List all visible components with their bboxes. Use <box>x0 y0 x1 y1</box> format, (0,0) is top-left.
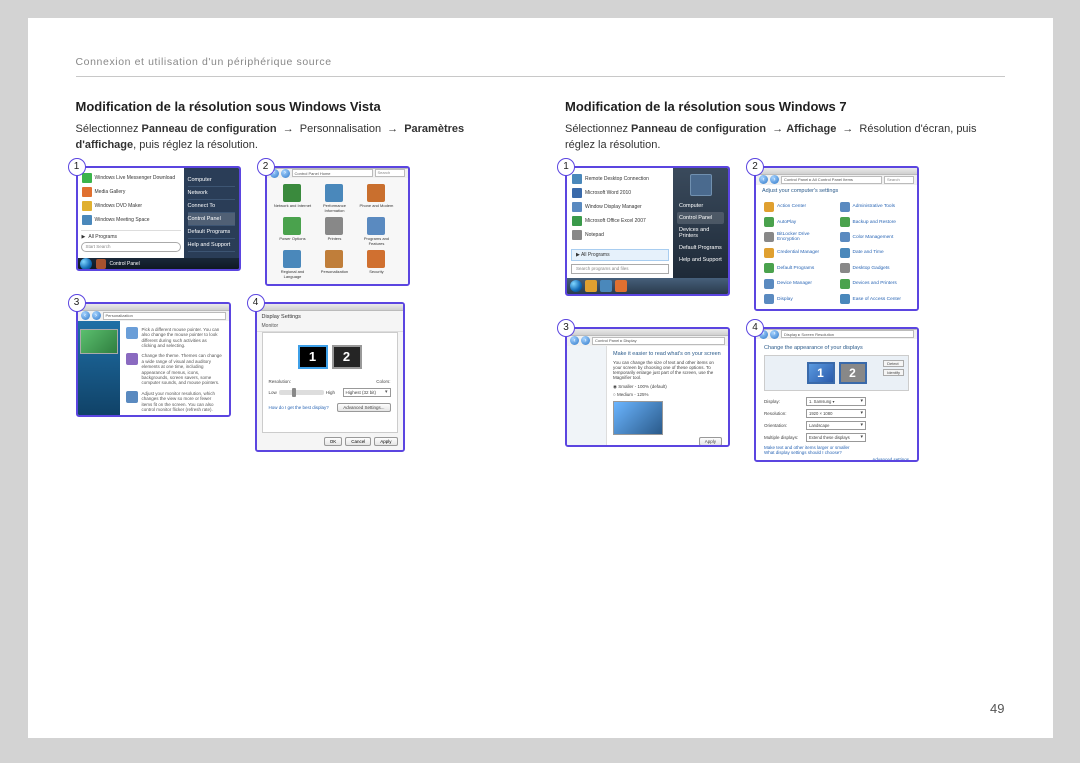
taskbar-icon <box>96 259 106 269</box>
cp-item: Printers <box>314 217 354 246</box>
page-number: 49 <box>990 701 1004 716</box>
win7-title: Modification de la résolution sous Windo… <box>565 99 1005 114</box>
cp-item: Default Programs <box>764 263 834 274</box>
vista-step-4: 4 Display Settings Monitor 1 2 <box>255 302 405 452</box>
start-menu-left: Remote Desktop Connection Microsoft Word… <box>567 168 673 278</box>
user-picture-icon <box>690 174 712 196</box>
cp-item: Administrative Tools <box>840 201 910 212</box>
vista-instructions: Sélectionnez Panneau de configuration → … <box>76 122 516 154</box>
cp-item: Performance Information <box>314 184 354 213</box>
monitor-2: 2 <box>332 345 362 369</box>
two-columns: Modification de la résolution sous Windo… <box>76 99 1005 462</box>
screenshot-screen-resolution: ‹›Display ▸ Screen Resolution Change the… <box>754 327 919 462</box>
start-menu-right: Computer Control Panel Devices and Print… <box>673 168 728 278</box>
cp-item: Desktop Gadgets <box>840 263 910 274</box>
start-orb-icon <box>570 280 582 292</box>
cp-item: Display <box>764 293 834 304</box>
vista-step-2: 2 ‹ › Control Panel Home Search Network … <box>265 166 410 286</box>
search-input: Start Search <box>81 242 181 252</box>
preview-icon <box>613 401 663 435</box>
screenshot-personalization: ‹›Personalization Pick a different mouse… <box>76 302 231 417</box>
step-badge: 1 <box>68 158 86 176</box>
apply-button: Apply <box>699 437 722 446</box>
step-badge: 3 <box>68 294 86 312</box>
screenshot-start-menu: Windows Live Messenger Download Media Ga… <box>76 166 241 271</box>
vista-step-1: 1 Windows Live Messenger Download Media … <box>76 166 241 286</box>
cp-item: Credential Manager <box>764 247 834 258</box>
col-vista: Modification de la résolution sous Windo… <box>76 99 516 462</box>
cp-item: Device Manager <box>764 278 834 289</box>
step-badge: 1 <box>557 158 575 176</box>
screenshot-control-panel: ‹›Control Panel ▸ All Control Panel Item… <box>754 166 919 311</box>
cp-item: Personalization <box>314 250 354 279</box>
cp-item: Power Options <box>273 217 313 246</box>
cp-item: Programs and Features <box>356 217 396 246</box>
arrow-icon: → <box>772 122 783 138</box>
screenshot-control-panel: ‹ › Control Panel Home Search Network an… <box>265 166 410 286</box>
advanced-button: Advanced Settings... <box>337 403 390 412</box>
screenshot-start-menu: Remote Desktop Connection Microsoft Word… <box>565 166 730 296</box>
cp-item: Action Center <box>764 201 834 212</box>
cp-grid: Action Center Administrative Tools AutoPla… <box>756 197 917 309</box>
cp-items: Network and InternetPerformance Informat… <box>267 178 408 285</box>
arrow-icon: → <box>842 122 853 138</box>
arrow-icon: → <box>387 122 398 138</box>
step-badge: 4 <box>746 319 764 337</box>
start-menu-left: Windows Live Messenger Download Media Ga… <box>78 168 184 258</box>
start-orb-icon <box>80 258 92 270</box>
monitors-preview: 1 2 DetectIdentify <box>764 355 909 391</box>
win7-step-4: 4 ‹›Display ▸ Screen Resolution Change t… <box>754 327 919 462</box>
monitor-1: 1 <box>298 345 328 369</box>
cp-item: Security <box>356 250 396 279</box>
win7-step-2: 2 ‹›Control Panel ▸ All Control Panel It… <box>754 166 919 311</box>
resolution-slider <box>279 390 324 395</box>
apply-button: Apply <box>374 437 397 446</box>
win7-step-3: 3 ‹›Control Panel ▸ Display Make it easi… <box>565 327 730 462</box>
search-input: Search programs and files <box>571 264 669 274</box>
vista-steps: 1 Windows Live Messenger Download Media … <box>76 166 516 452</box>
vista-title: Modification de la résolution sous Windo… <box>76 99 516 114</box>
all-programs: ▶ All Programs <box>571 249 669 261</box>
step-badge: 2 <box>746 158 764 176</box>
win7-steps: 1 Remote Desktop Connection Microsoft Wo… <box>565 166 1005 462</box>
step-badge: 2 <box>257 158 275 176</box>
cp-item: Color Management <box>840 232 910 243</box>
cp-item: Backup and Restore <box>840 216 910 227</box>
ok-button: OK <box>324 437 343 446</box>
cp-item: Regional and Language <box>273 250 313 279</box>
chapter-title: Connexion et utilisation d'un périphériq… <box>76 56 1005 77</box>
manual-page: Connexion et utilisation d'un périphériq… <box>28 18 1053 738</box>
win7-instructions: Sélectionnez Panneau de configuration →A… <box>565 122 1005 154</box>
vista-step-3: 3 ‹›Personalization Pick a different mou… <box>76 302 231 452</box>
start-menu-right: Computer Network Connect To Control Pane… <box>184 168 239 258</box>
arrow-icon: → <box>283 122 294 138</box>
fwd-icon: › <box>281 169 290 178</box>
screenshot-display: ‹›Control Panel ▸ Display Make it easier… <box>565 327 730 447</box>
win7-step-1: 1 Remote Desktop Connection Microsoft Wo… <box>565 166 730 311</box>
step-badge: 4 <box>247 294 265 312</box>
cp-item: Ease of Access Center <box>840 293 910 304</box>
cp-item: AutoPlay <box>764 216 834 227</box>
cp-item: Date and Time <box>840 247 910 258</box>
taskbar: Control Panel <box>78 258 239 270</box>
cancel-button: Cancel <box>345 437 371 446</box>
col-win7: Modification de la résolution sous Windo… <box>565 99 1005 462</box>
cp-item: Network and Internet <box>273 184 313 213</box>
cp-item: Devices and Printers <box>840 278 910 289</box>
cp-item: BitLocker Drive Encryption <box>764 232 834 243</box>
step-badge: 3 <box>557 319 575 337</box>
screenshot-display-settings: Display Settings Monitor 1 2 Resolution:… <box>255 302 405 452</box>
taskbar <box>567 278 728 294</box>
cp-item: Phone and Modem <box>356 184 396 213</box>
colors-combo: Highest (32 bit) <box>343 388 391 397</box>
